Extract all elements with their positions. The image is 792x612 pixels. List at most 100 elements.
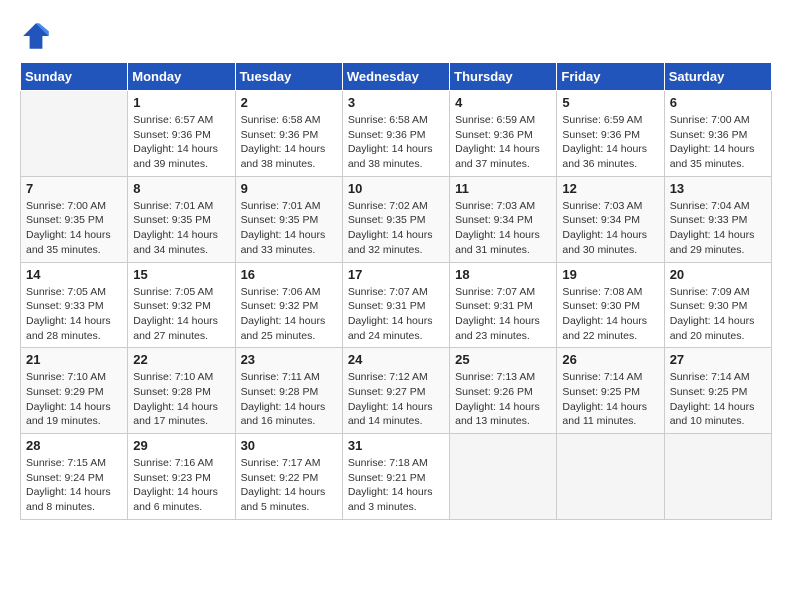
- calendar-table: SundayMondayTuesdayWednesdayThursdayFrid…: [20, 62, 772, 520]
- day-cell: 29 Sunrise: 7:16 AM Sunset: 9:23 PM Dayli…: [128, 434, 235, 520]
- day-number: 20: [670, 267, 766, 282]
- day-cell: 30 Sunrise: 7:17 AM Sunset: 9:22 PM Dayli…: [235, 434, 342, 520]
- day-number: 2: [241, 95, 337, 110]
- day-number: 16: [241, 267, 337, 282]
- week-row-1: 1Sunrise: 6:57 AM Sunset: 9:36 PM Daylig…: [21, 91, 772, 177]
- day-number: 28: [26, 438, 122, 453]
- day-number: 6: [670, 95, 766, 110]
- day-cell: 1Sunrise: 6:57 AM Sunset: 9:36 PM Daylig…: [128, 91, 235, 177]
- day-number: 25: [455, 352, 551, 367]
- day-cell: 20 Sunrise: 7:09 AM Sunset: 9:30 PM Dayli…: [664, 262, 771, 348]
- day-number: 26: [562, 352, 658, 367]
- day-cell: 26Sunrise: 7:14 AM Sunset: 9:25 PM Dayli…: [557, 348, 664, 434]
- day-info: Sunrise: 7:00 AM Sunset: 9:36 PM Dayligh…: [670, 113, 766, 172]
- day-number: 9: [241, 181, 337, 196]
- day-cell: 12 Sunrise: 7:03 AM Sunset: 9:34 PM Dayli…: [557, 176, 664, 262]
- day-cell: 6 Sunrise: 7:00 AM Sunset: 9:36 PM Daylig…: [664, 91, 771, 177]
- day-cell: [664, 434, 771, 520]
- day-cell: [21, 91, 128, 177]
- day-number: 10: [348, 181, 444, 196]
- day-cell: 18 Sunrise: 7:07 AM Sunset: 9:31 PM Dayli…: [450, 262, 557, 348]
- day-number: 5: [562, 95, 658, 110]
- day-number: 18: [455, 267, 551, 282]
- header-cell-friday: Friday: [557, 63, 664, 91]
- day-info: Sunrise: 7:05 AM Sunset: 9:33 PM Dayligh…: [26, 285, 122, 344]
- day-info: Sunrise: 6:57 AM Sunset: 9:36 PM Dayligh…: [133, 113, 229, 172]
- day-number: 22: [133, 352, 229, 367]
- day-info: Sunrise: 6:59 AM Sunset: 9:36 PM Dayligh…: [455, 113, 551, 172]
- day-number: 8: [133, 181, 229, 196]
- day-cell: 19 Sunrise: 7:08 AM Sunset: 9:30 PM Dayli…: [557, 262, 664, 348]
- header-row: SundayMondayTuesdayWednesdayThursdayFrid…: [21, 63, 772, 91]
- day-info: Sunrise: 7:01 AM Sunset: 9:35 PM Dayligh…: [133, 199, 229, 258]
- day-info: Sunrise: 7:00 AM Sunset: 9:35 PM Dayligh…: [26, 199, 122, 258]
- day-info: Sunrise: 7:03 AM Sunset: 9:34 PM Dayligh…: [562, 199, 658, 258]
- day-number: 7: [26, 181, 122, 196]
- day-number: 29: [133, 438, 229, 453]
- day-cell: 8 Sunrise: 7:01 AM Sunset: 9:35 PM Daylig…: [128, 176, 235, 262]
- header-cell-sunday: Sunday: [21, 63, 128, 91]
- day-info: Sunrise: 6:58 AM Sunset: 9:36 PM Dayligh…: [241, 113, 337, 172]
- day-cell: 16 Sunrise: 7:06 AM Sunset: 9:32 PM Dayli…: [235, 262, 342, 348]
- day-info: Sunrise: 7:16 AM Sunset: 9:23 PM Dayligh…: [133, 456, 229, 515]
- day-number: 11: [455, 181, 551, 196]
- day-info: Sunrise: 7:08 AM Sunset: 9:30 PM Dayligh…: [562, 285, 658, 344]
- day-number: 17: [348, 267, 444, 282]
- day-cell: 25 Sunrise: 7:13 AM Sunset: 9:26 PM Dayli…: [450, 348, 557, 434]
- day-cell: 24Sunrise: 7:12 AM Sunset: 9:27 PM Dayli…: [342, 348, 449, 434]
- header-cell-tuesday: Tuesday: [235, 63, 342, 91]
- day-cell: [557, 434, 664, 520]
- day-cell: 17 Sunrise: 7:07 AM Sunset: 9:31 PM Dayli…: [342, 262, 449, 348]
- day-info: Sunrise: 6:59 AM Sunset: 9:36 PM Dayligh…: [562, 113, 658, 172]
- day-number: 21: [26, 352, 122, 367]
- day-info: Sunrise: 7:06 AM Sunset: 9:32 PM Dayligh…: [241, 285, 337, 344]
- calendar-header: SundayMondayTuesdayWednesdayThursdayFrid…: [21, 63, 772, 91]
- day-cell: 27 Sunrise: 7:14 AM Sunset: 9:25 PM Dayli…: [664, 348, 771, 434]
- day-cell: 5 Sunrise: 6:59 AM Sunset: 9:36 PM Daylig…: [557, 91, 664, 177]
- day-cell: 23 Sunrise: 7:11 AM Sunset: 9:28 PM Dayli…: [235, 348, 342, 434]
- day-cell: 31 Sunrise: 7:18 AM Sunset: 9:21 PM Dayli…: [342, 434, 449, 520]
- day-cell: 2 Sunrise: 6:58 AM Sunset: 9:36 PM Daylig…: [235, 91, 342, 177]
- day-cell: 9 Sunrise: 7:01 AM Sunset: 9:35 PM Daylig…: [235, 176, 342, 262]
- day-number: 27: [670, 352, 766, 367]
- day-number: 13: [670, 181, 766, 196]
- page-header: [20, 20, 772, 52]
- day-info: Sunrise: 7:17 AM Sunset: 9:22 PM Dayligh…: [241, 456, 337, 515]
- day-info: Sunrise: 7:09 AM Sunset: 9:30 PM Dayligh…: [670, 285, 766, 344]
- day-cell: 10 Sunrise: 7:02 AM Sunset: 9:35 PM Dayli…: [342, 176, 449, 262]
- day-number: 24: [348, 352, 444, 367]
- day-info: Sunrise: 7:05 AM Sunset: 9:32 PM Dayligh…: [133, 285, 229, 344]
- day-info: Sunrise: 7:07 AM Sunset: 9:31 PM Dayligh…: [348, 285, 444, 344]
- day-number: 14: [26, 267, 122, 282]
- day-info: Sunrise: 7:10 AM Sunset: 9:28 PM Dayligh…: [133, 370, 229, 429]
- day-info: Sunrise: 7:13 AM Sunset: 9:26 PM Dayligh…: [455, 370, 551, 429]
- day-cell: 14 Sunrise: 7:05 AM Sunset: 9:33 PM Dayli…: [21, 262, 128, 348]
- week-row-5: 28Sunrise: 7:15 AM Sunset: 9:24 PM Dayli…: [21, 434, 772, 520]
- week-row-3: 14 Sunrise: 7:05 AM Sunset: 9:33 PM Dayli…: [21, 262, 772, 348]
- day-info: Sunrise: 7:07 AM Sunset: 9:31 PM Dayligh…: [455, 285, 551, 344]
- day-number: 4: [455, 95, 551, 110]
- day-info: Sunrise: 7:14 AM Sunset: 9:25 PM Dayligh…: [670, 370, 766, 429]
- day-info: Sunrise: 7:02 AM Sunset: 9:35 PM Dayligh…: [348, 199, 444, 258]
- day-number: 31: [348, 438, 444, 453]
- week-row-2: 7 Sunrise: 7:00 AM Sunset: 9:35 PM Daylig…: [21, 176, 772, 262]
- header-cell-thursday: Thursday: [450, 63, 557, 91]
- day-cell: 21 Sunrise: 7:10 AM Sunset: 9:29 PM Dayli…: [21, 348, 128, 434]
- logo-icon: [20, 20, 52, 52]
- day-cell: 11 Sunrise: 7:03 AM Sunset: 9:34 PM Dayli…: [450, 176, 557, 262]
- day-number: 15: [133, 267, 229, 282]
- day-number: 12: [562, 181, 658, 196]
- day-number: 30: [241, 438, 337, 453]
- header-cell-wednesday: Wednesday: [342, 63, 449, 91]
- day-cell: 13 Sunrise: 7:04 AM Sunset: 9:33 PM Dayli…: [664, 176, 771, 262]
- day-info: Sunrise: 7:04 AM Sunset: 9:33 PM Dayligh…: [670, 199, 766, 258]
- day-number: 23: [241, 352, 337, 367]
- day-info: Sunrise: 7:03 AM Sunset: 9:34 PM Dayligh…: [455, 199, 551, 258]
- day-info: Sunrise: 7:01 AM Sunset: 9:35 PM Dayligh…: [241, 199, 337, 258]
- day-number: 19: [562, 267, 658, 282]
- day-info: Sunrise: 7:18 AM Sunset: 9:21 PM Dayligh…: [348, 456, 444, 515]
- day-info: Sunrise: 7:11 AM Sunset: 9:28 PM Dayligh…: [241, 370, 337, 429]
- logo: [20, 20, 56, 52]
- day-cell: 15 Sunrise: 7:05 AM Sunset: 9:32 PM Dayli…: [128, 262, 235, 348]
- day-info: Sunrise: 7:10 AM Sunset: 9:29 PM Dayligh…: [26, 370, 122, 429]
